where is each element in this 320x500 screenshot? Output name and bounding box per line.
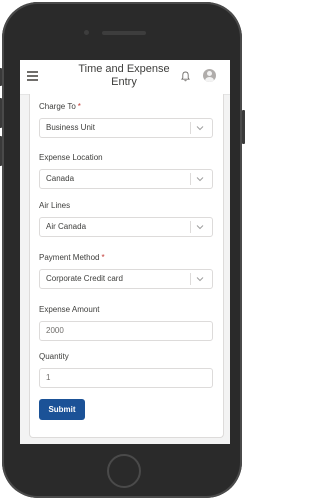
expense-location-label: Expense Location	[39, 153, 103, 162]
volume-down-button	[0, 136, 2, 166]
payment-method-label: Payment Method *	[39, 253, 105, 262]
quantity-input[interactable]: 1	[39, 368, 213, 388]
earpiece-speaker	[102, 31, 146, 35]
app-header: Time and Expense Entry	[20, 60, 230, 95]
chevron-down-icon	[196, 225, 204, 230]
bell-icon[interactable]	[181, 71, 190, 82]
required-marker: *	[77, 102, 81, 111]
user-avatar-icon[interactable]	[203, 69, 216, 82]
app-screen: Time and Expense Entry Charge To * Busine…	[20, 60, 230, 444]
payment-method-value: Corporate Credit card	[46, 274, 123, 283]
power-button	[242, 110, 245, 144]
submit-button[interactable]: Submit	[39, 399, 85, 420]
mute-switch	[0, 68, 2, 86]
phone-frame: Time and Expense Entry Charge To * Busine…	[0, 2, 245, 498]
volume-up-button	[0, 98, 2, 128]
charge-to-select[interactable]: Business Unit	[39, 118, 213, 138]
expense-amount-input[interactable]: 2000	[39, 321, 213, 341]
chevron-down-icon	[196, 177, 204, 182]
quantity-label: Quantity	[39, 352, 69, 361]
payment-method-select[interactable]: Corporate Credit card	[39, 269, 213, 289]
chevron-down-icon	[196, 277, 204, 282]
expense-amount-value: 2000	[46, 326, 64, 335]
expense-amount-label: Expense Amount	[39, 305, 100, 314]
chevron-down-icon	[196, 126, 204, 131]
air-lines-select[interactable]: Air Canada	[39, 217, 213, 237]
air-lines-value: Air Canada	[46, 222, 87, 231]
expense-location-select[interactable]: Canada	[39, 169, 213, 189]
air-lines-label: Air Lines	[39, 201, 71, 210]
hamburger-menu-icon[interactable]	[27, 71, 38, 81]
required-marker: *	[101, 253, 105, 262]
charge-to-value: Business Unit	[46, 123, 95, 132]
home-button	[107, 454, 141, 488]
front-camera	[84, 30, 89, 35]
charge-to-label: Charge To *	[39, 102, 81, 111]
expense-location-value: Canada	[46, 174, 75, 183]
quantity-value: 1	[46, 373, 51, 382]
expense-form: Charge To * Business Unit Expense Locatio…	[29, 94, 224, 438]
page-title: Time and Expense Entry	[78, 63, 170, 88]
